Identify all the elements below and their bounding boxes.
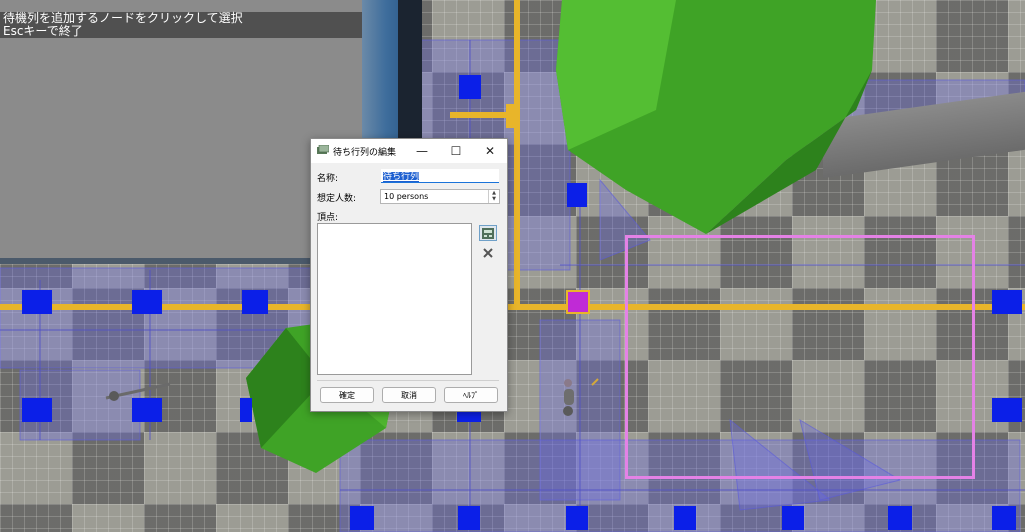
cancel-label: 取消 bbox=[401, 390, 417, 400]
person-figure bbox=[563, 378, 599, 416]
cancel-button[interactable]: 取消 bbox=[382, 387, 436, 403]
dialog-title: 待ち行列の編集 bbox=[333, 148, 397, 158]
queue-area-outline[interactable] bbox=[625, 235, 975, 479]
queue-edit-icon bbox=[317, 145, 329, 154]
minimize-button[interactable]: — bbox=[405, 139, 439, 163]
ok-button[interactable]: 確定 bbox=[320, 387, 374, 403]
path-node[interactable] bbox=[992, 398, 1022, 422]
name-field[interactable]: 待ち行列 bbox=[381, 169, 499, 183]
selected-node[interactable] bbox=[566, 290, 590, 314]
ok-label: 確定 bbox=[339, 390, 355, 400]
dialog-divider bbox=[317, 380, 499, 381]
path-vertical[interactable] bbox=[514, 0, 520, 306]
stepper-arrows[interactable]: ▲ ▼ bbox=[488, 190, 499, 203]
instruction-line-2: Escキーで終了 bbox=[3, 24, 83, 38]
path-node[interactable] bbox=[242, 290, 268, 314]
path-junction bbox=[506, 104, 520, 128]
path-node[interactable] bbox=[22, 290, 52, 314]
name-label: 名称: bbox=[317, 174, 339, 184]
path-node[interactable] bbox=[567, 183, 587, 207]
name-field-value: 待ち行列 bbox=[383, 172, 420, 182]
path-node[interactable] bbox=[240, 398, 252, 422]
shadow-object bbox=[105, 382, 171, 401]
vertex-label: 頂点: bbox=[317, 213, 339, 223]
tree-large bbox=[556, 0, 876, 234]
path-node[interactable] bbox=[566, 506, 588, 530]
path-node[interactable] bbox=[992, 290, 1022, 314]
3d-viewport[interactable]: 待機列を追加するノードをクリックして選択 Escキーで終了 bbox=[0, 0, 1025, 532]
maximize-button[interactable]: ☐ bbox=[439, 139, 473, 163]
delete-vertex-icon bbox=[483, 248, 493, 258]
help-button[interactable]: ﾍﾙﾌﾟ bbox=[444, 387, 498, 403]
path-node[interactable] bbox=[350, 506, 374, 530]
path-node[interactable] bbox=[132, 290, 162, 314]
queue-edit-dialog: 待ち行列の編集 — ☐ ✕ 名称: 待ち行列 想定人数: 10 persons … bbox=[310, 138, 508, 412]
dialog-titlebar[interactable]: 待ち行列の編集 — ☐ ✕ bbox=[311, 139, 507, 163]
count-stepper[interactable]: 10 persons ▲ ▼ bbox=[380, 189, 500, 204]
minimize-icon: — bbox=[416, 144, 428, 158]
instruction-overlay: 待機列を追加するノードをクリックして選択 Escキーで終了 bbox=[0, 12, 362, 38]
count-label: 想定人数: bbox=[317, 194, 357, 204]
count-value: 10 persons bbox=[384, 192, 429, 201]
path-node[interactable] bbox=[459, 75, 481, 99]
path-node[interactable] bbox=[22, 398, 52, 422]
close-icon: ✕ bbox=[484, 144, 496, 158]
delete-vertex-button[interactable] bbox=[479, 245, 497, 261]
chevron-down-icon[interactable]: ▼ bbox=[489, 196, 499, 202]
building-block bbox=[0, 0, 362, 264]
path-node[interactable] bbox=[992, 506, 1016, 530]
maximize-icon: ☐ bbox=[450, 144, 462, 158]
path-node[interactable] bbox=[888, 506, 912, 530]
close-button[interactable]: ✕ bbox=[473, 139, 507, 163]
add-vertex-icon bbox=[482, 227, 494, 239]
path-node[interactable] bbox=[782, 506, 804, 530]
vertex-list[interactable] bbox=[317, 223, 472, 375]
path-node[interactable] bbox=[674, 506, 696, 530]
help-label: ﾍﾙﾌﾟ bbox=[463, 390, 479, 400]
path-node[interactable] bbox=[458, 506, 480, 530]
add-vertex-button[interactable] bbox=[479, 225, 497, 241]
